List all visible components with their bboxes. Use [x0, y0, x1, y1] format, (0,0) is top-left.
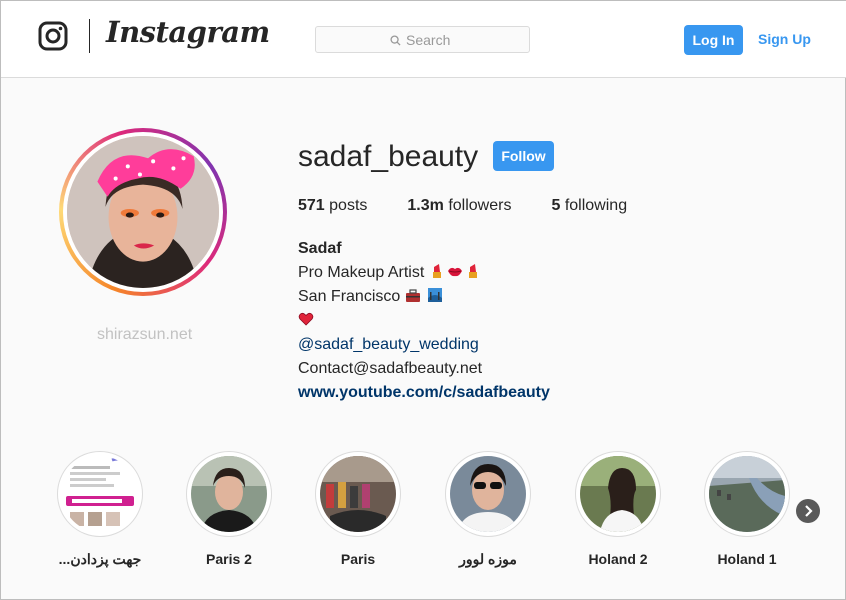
highlight-cover [191, 456, 267, 532]
highlight-label: موزه لوور [459, 551, 517, 567]
makeup-case-icon [405, 289, 420, 302]
profile-bio: Sadaf Pro Makeup Artist San Francisco @s… [298, 237, 550, 405]
highlight-item[interactable]: Holand 2 [573, 451, 663, 567]
lipstick-icon [432, 264, 441, 278]
profile-full-name: Sadaf [298, 240, 342, 257]
profile-username: sadaf_beauty [298, 140, 479, 173]
bio-line-occupation: Pro Makeup Artist [298, 261, 550, 285]
bio-location-text: San Francisco [298, 288, 401, 305]
highlight-item[interactable]: Paris [313, 451, 403, 567]
bio-line-heart [298, 309, 550, 333]
lipstick-icon [468, 264, 477, 278]
following-label: following [564, 197, 628, 214]
bio-website-link[interactable]: www.youtube.com/c/sadafbeauty [298, 381, 550, 405]
bio-line-location: San Francisco [298, 285, 550, 309]
signup-link[interactable]: Sign Up [758, 31, 811, 47]
highlight-label: Paris [340, 551, 376, 567]
bio-mention-link[interactable]: @sadaf_beauty_wedding [298, 333, 550, 357]
profile-avatar-ring[interactable] [59, 128, 227, 296]
search-input[interactable] [406, 32, 516, 48]
highlight-label: Holand 1 [717, 551, 777, 567]
followers-value: 1.3m [407, 197, 444, 214]
profile-stats: 571 posts 1.3m followers 5 following [298, 197, 667, 215]
following-value: 5 [551, 197, 561, 214]
posts-value: 571 [298, 197, 325, 214]
search-box[interactable] [315, 26, 530, 53]
highlight-cover [320, 456, 396, 532]
highlights-next-button[interactable] [796, 499, 820, 523]
search-icon [390, 34, 401, 46]
top-navigation-bar: Instagram Log In Sign Up [1, 1, 846, 78]
following-count[interactable]: 5 following [551, 197, 627, 215]
follow-button[interactable]: Follow [493, 141, 554, 171]
highlight-item[interactable]: Paris 2 [184, 451, 274, 567]
highlight-cover [580, 456, 656, 532]
profile-avatar[interactable] [67, 136, 219, 288]
highlight-item[interactable]: Holand 1 [702, 451, 792, 567]
posts-count: 571 posts [298, 197, 367, 215]
highlight-label: Paris 2 [206, 551, 252, 567]
highlight-cover [709, 456, 785, 532]
posts-label: posts [329, 197, 368, 214]
bridge-photo-icon [428, 288, 443, 302]
login-button[interactable]: Log In [684, 25, 743, 55]
heart-icon [298, 312, 314, 326]
highlight-cover [450, 456, 526, 532]
instagram-wordmark-logo[interactable]: Instagram [106, 15, 270, 49]
highlight-cover [62, 456, 138, 532]
followers-count[interactable]: 1.3m followers [407, 197, 511, 215]
header-divider [89, 19, 90, 53]
highlight-item[interactable]: ...جهت پزدادن [55, 451, 145, 568]
chevron-right-icon [805, 505, 813, 517]
highlight-label: ...جهت پزدادن [58, 551, 142, 567]
watermark-text: shirazsun.net [97, 326, 193, 343]
lips-icon [447, 267, 462, 277]
bio-occupation-text: Pro Makeup Artist [298, 264, 425, 281]
highlight-label: Holand 2 [588, 551, 648, 567]
instagram-glyph-icon[interactable] [38, 21, 68, 51]
story-highlights: ...جهت پزدادن Paris 2 Paris موزه لوور Ho… [55, 451, 795, 581]
bio-contact-email: Contact@sadafbeauty.net [298, 360, 483, 377]
avatar-photo [67, 136, 219, 288]
followers-label: followers [448, 197, 512, 214]
highlight-item[interactable]: موزه لوور [443, 451, 533, 568]
